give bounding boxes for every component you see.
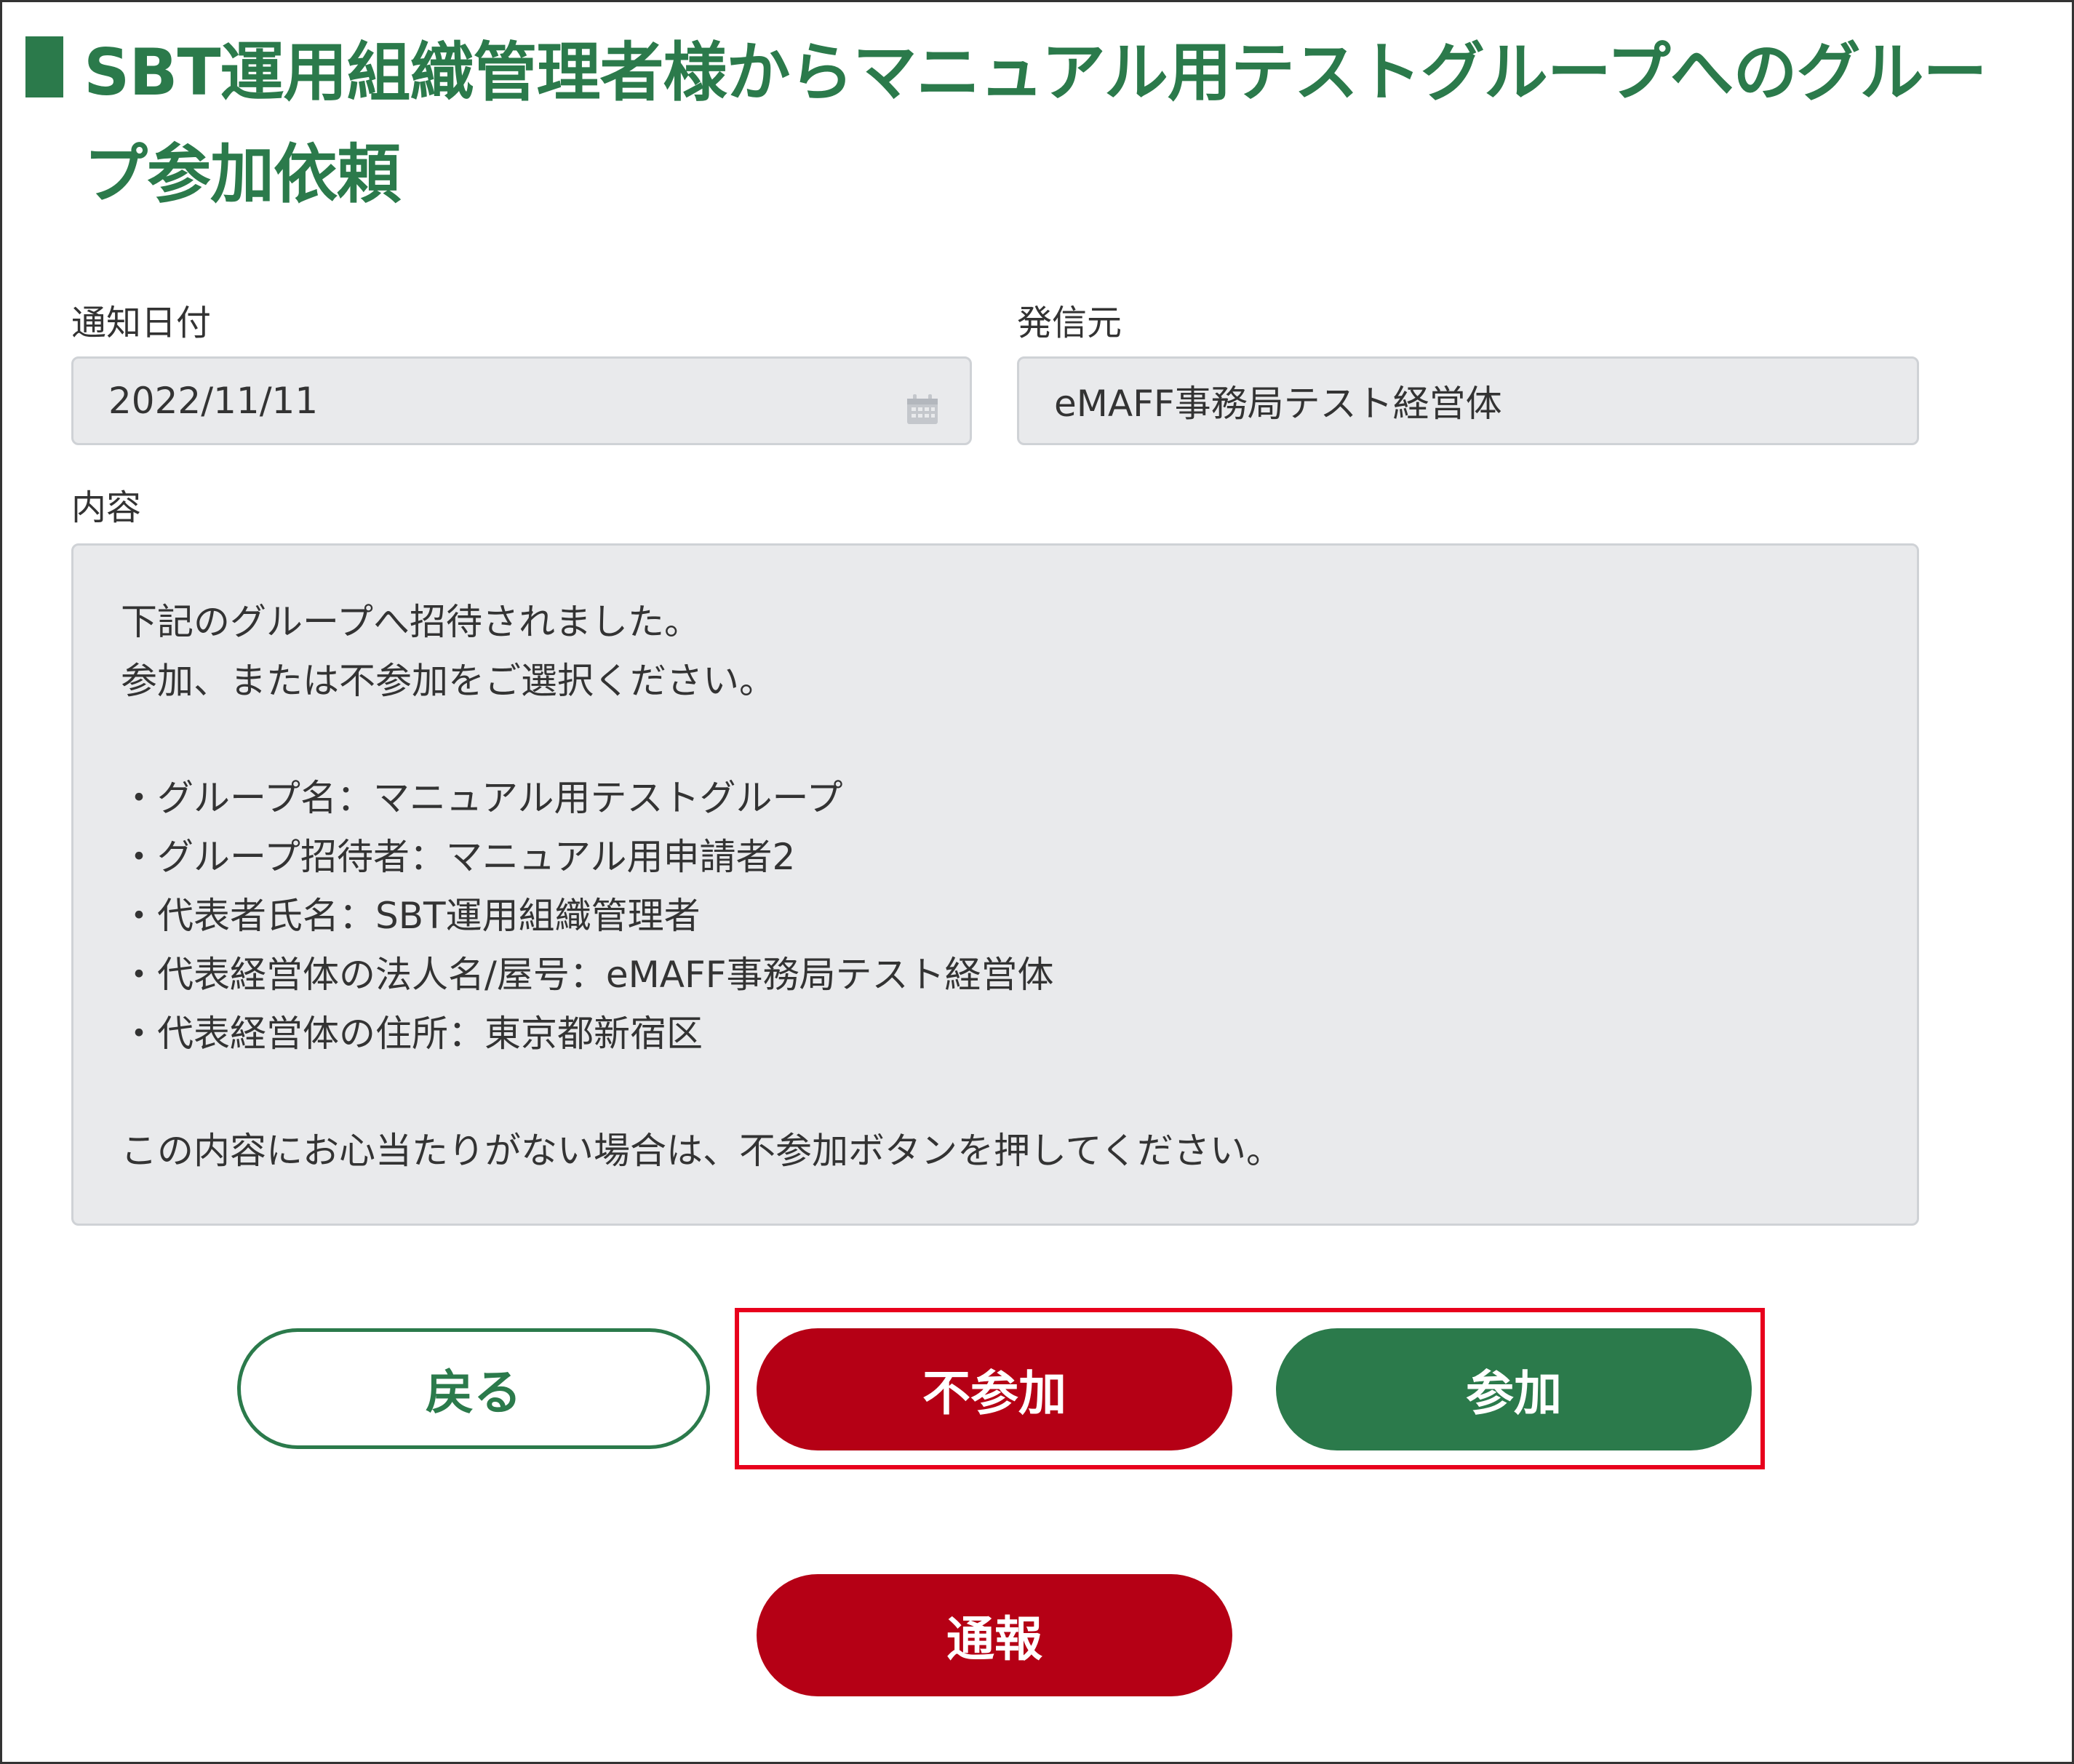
content-bullet: ・代表経営体の住所：東京都新宿区 (121, 1013, 703, 1055)
calendar-icon[interactable] (906, 394, 939, 426)
back-button[interactable]: 戻る (237, 1328, 710, 1449)
content-bullet: ・代表経営体の法人名/屋号：eMAFF事務局テスト経営体 (121, 954, 1054, 996)
content-bullet: ・グループ名：マニュアル用テストグループ (121, 777, 843, 819)
content-textarea[interactable]: 下記のグループへ招待されました。 参加、または不参加をご選択ください。 ・グルー… (71, 543, 1919, 1226)
page-title: SBT運用組織管理者様からマニュアル用テストグループへのグループ参加依頼 (84, 35, 1987, 212)
decline-button[interactable]: 不参加 (757, 1328, 1232, 1450)
content-footer: この内容にお心当たりがない場合は、不参加ボタンを押してください。 (121, 1130, 1283, 1172)
title-marker (25, 36, 63, 97)
join-button[interactable]: 参加 (1276, 1328, 1752, 1450)
content-bullet: ・代表者氏名：SBT運用組織管理者 (121, 895, 701, 937)
content-line: 参加、または不参加をご選択ください。 (121, 660, 775, 702)
content-label: 内容 (71, 487, 142, 528)
date-label: 通知日付 (71, 303, 212, 343)
content-line: 下記のグループへ招待されました。 (121, 601, 701, 643)
content-bullet: ・グループ招待者：マニュアル用申請者2 (121, 836, 796, 878)
date-field[interactable]: 2022/11/11 (71, 356, 972, 445)
sender-label: 発信元 (1017, 303, 1122, 343)
date-value: 2022/11/11 (108, 380, 319, 422)
sender-value: eMAFF事務局テスト経営体 (1054, 383, 1502, 425)
report-button[interactable]: 通報 (757, 1574, 1232, 1696)
sender-field[interactable]: eMAFF事務局テスト経営体 (1017, 356, 1919, 445)
